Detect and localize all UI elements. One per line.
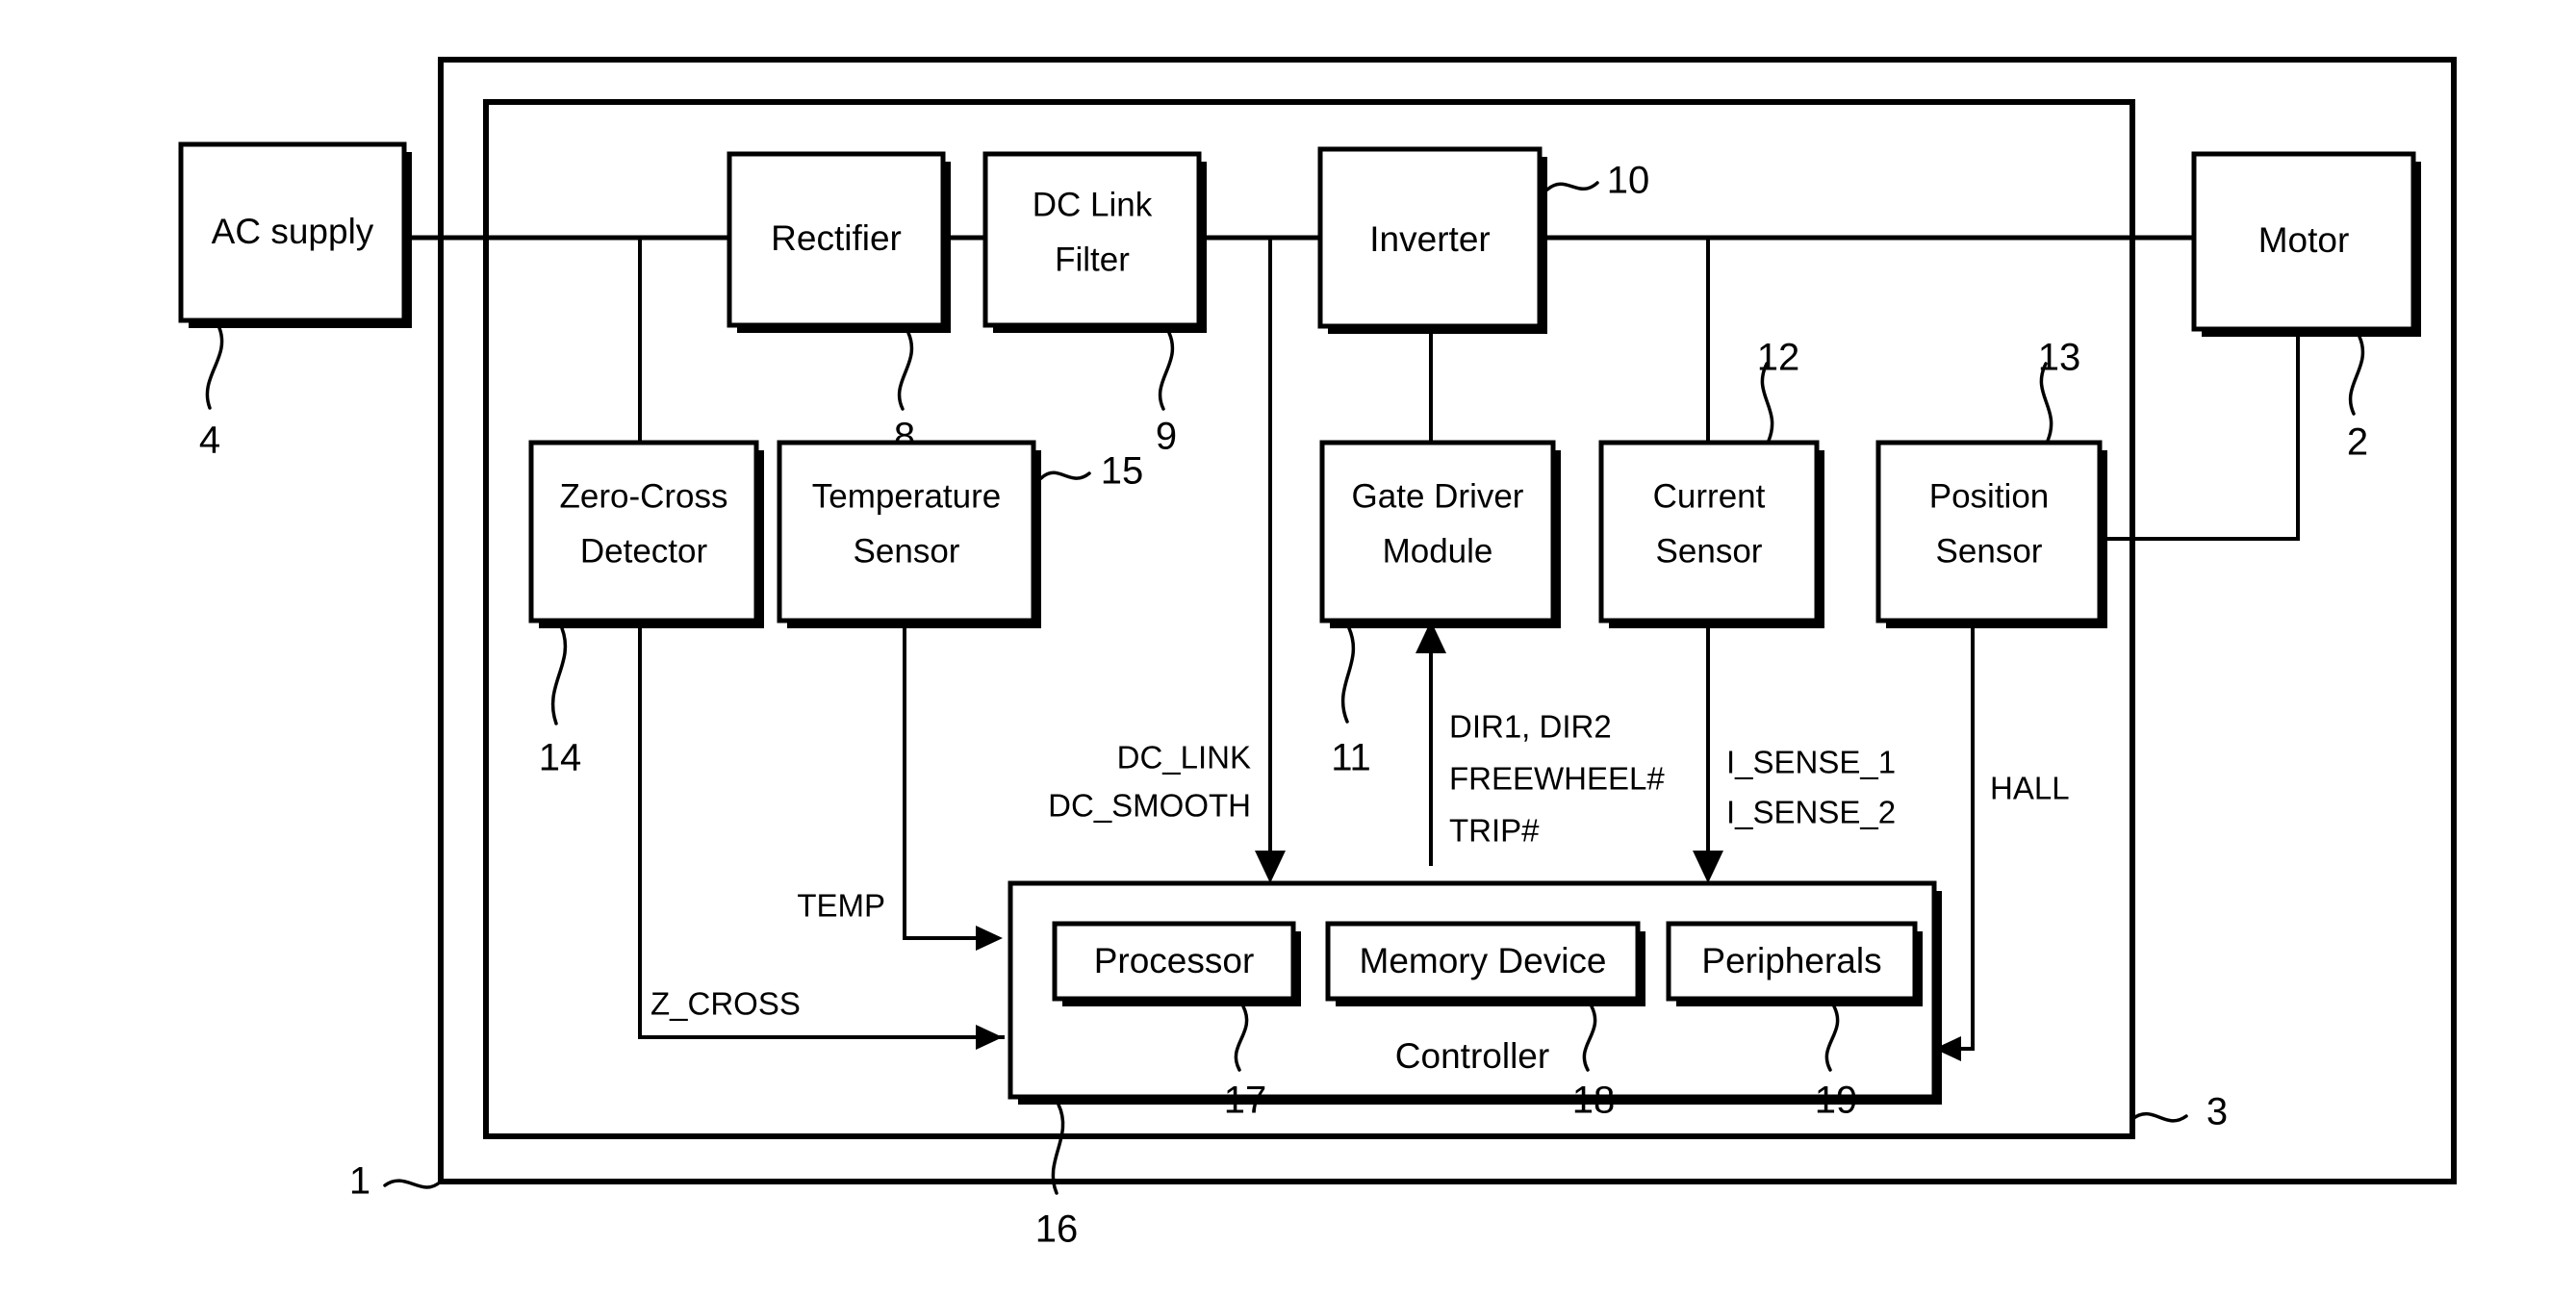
ref-number-16: 16 [1035,1208,1079,1251]
isense-arrowhead [1693,851,1723,883]
block-ac-supply[interactable]: AC supply [178,141,412,328]
ref-leader-1: 1 [349,1160,443,1203]
zero-cross-detector-label-line2: Detector [580,532,708,570]
signal-label-hall: HALL [1990,771,2070,806]
signal-label-i-sense-2: I_SENSE_2 [1726,795,1896,830]
block-memory-device[interactable]: Memory Device [1325,921,1645,1006]
rectifier-label: Rectifier [771,218,902,258]
ref-number-3: 3 [2206,1091,2228,1133]
processor-label: Processor [1094,941,1255,980]
ref-number-11: 11 [1331,737,1371,779]
memory-device-label: Memory Device [1360,941,1607,980]
motor-label: Motor [2258,220,2350,260]
ref-leader-13: 13 [2038,337,2081,443]
ref-number-10: 10 [1607,160,1650,202]
signal-label-z-cross: Z_CROSS [650,986,801,1022]
temperature-sensor-label-line1: Temperature [812,477,1001,515]
temperature-sensor-label-line2: Sensor [854,532,960,570]
block-gate-driver-module[interactable]: Gate Driver Module [1319,440,1561,628]
ref-leader-4: 4 [199,326,224,462]
ref-leader-12: 12 [1757,337,1800,443]
block-rectifier[interactable]: Rectifier [727,151,951,333]
block-peripherals[interactable]: Peripherals [1666,921,1923,1006]
ref-number-19: 19 [1815,1080,1858,1122]
ref-leader-9: 9 [1156,331,1177,458]
block-dc-link-filter[interactable]: DC Link Filter [982,151,1207,333]
dclink-arrowhead [1255,851,1286,883]
dc-link-filter-label-line2: Filter [1055,241,1130,278]
block-current-sensor[interactable]: Current Sensor [1598,440,1824,628]
ref-leader-14: 14 [539,626,582,779]
zcross-arrowhead [976,1025,1003,1050]
block-controller[interactable]: Processor 17 Memory Device 18 Peripheral… [1007,880,1942,1122]
ref-leader-2: 2 [2347,335,2368,464]
ref-number-15: 15 [1101,450,1144,493]
isense-signal-wire [1693,619,1723,883]
inverter-label: Inverter [1369,219,1490,259]
temp-signal-wire [903,619,1003,951]
ref-number-2: 2 [2347,421,2368,464]
ref-leader-3: 3 [2130,1091,2228,1133]
gate-driver-module-label-line1: Gate Driver [1352,477,1524,515]
gate-driver-control-wire [1416,621,1446,866]
inverter-to-motor-bus [1537,235,2197,445]
current-sensor-label-line1: Current [1653,477,1766,515]
signal-label-trip: TRIP# [1449,813,1540,849]
ref-leader-16: 16 [1035,1103,1079,1251]
signal-label-dc-smooth: DC_SMOOTH [1048,788,1251,824]
ref-number-13: 13 [2038,337,2081,379]
signal-label-dir: DIR1, DIR2 [1449,709,1612,745]
signal-label-temp: TEMP [797,888,885,924]
ref-leader-11: 11 [1331,626,1371,779]
controller-label: Controller [1395,1036,1549,1076]
ref-number-9: 9 [1156,416,1177,458]
ac-supply-label: AC supply [212,212,374,251]
block-processor[interactable]: Processor [1052,921,1301,1006]
current-sensor-label-line2: Sensor [1656,532,1763,570]
block-zero-cross-detector[interactable]: Zero-Cross Detector [528,440,764,628]
ref-number-18: 18 [1572,1080,1616,1122]
block-inverter[interactable]: Inverter [1317,146,1547,334]
ref-leader-8: 8 [894,331,915,458]
ref-number-17: 17 [1224,1080,1267,1122]
gate-driver-module-label-line2: Module [1383,532,1493,570]
position-sensor-label-line2: Sensor [1936,532,2043,570]
block-motor[interactable]: Motor [2191,151,2421,337]
peripherals-label: Peripherals [1701,941,1881,980]
block-position-sensor[interactable]: Position Sensor [1875,440,2107,628]
signal-label-i-sense-1: I_SENSE_1 [1726,745,1896,780]
dc-link-filter-label-line1: DC Link [1033,186,1153,223]
ref-number-4: 4 [199,420,220,462]
block-temperature-sensor[interactable]: Temperature Sensor [777,440,1041,628]
ref-number-1: 1 [349,1160,370,1203]
ref-number-14: 14 [539,737,582,779]
signal-label-dc-link: DC_LINK [1117,740,1251,776]
position-sensor-label-line1: Position [1929,477,2050,515]
ref-leader-15: 15 [1039,450,1144,493]
ref-leader-10: 10 [1545,160,1650,202]
figure-canvas: AC supply 4 Rectifier 8 DC Link Filter 9… [0,0,2576,1297]
ref-number-12: 12 [1757,337,1800,379]
zero-cross-detector-label-line1: Zero-Cross [559,477,727,515]
temp-arrowhead [976,926,1003,951]
block-diagram-svg: AC supply 4 Rectifier 8 DC Link Filter 9… [178,57,2457,1251]
signal-label-freewheel: FREEWHEEL# [1449,761,1665,797]
